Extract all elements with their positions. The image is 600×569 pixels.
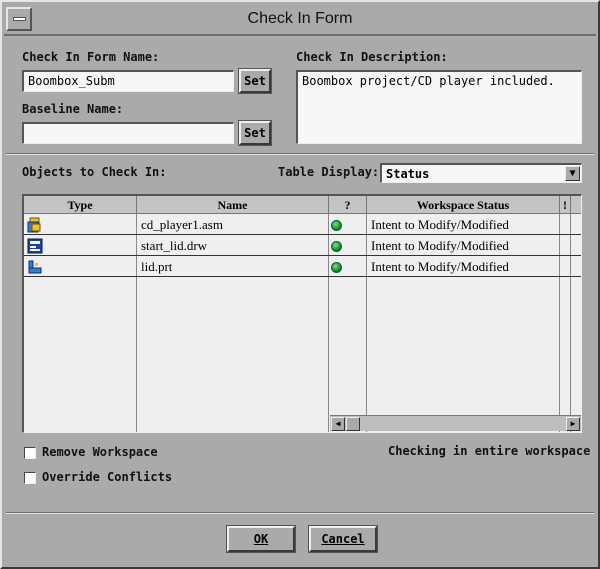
row-workspace-status: Intent to Modify/Modified bbox=[371, 259, 509, 274]
override-conflicts-label: Override Conflicts bbox=[42, 470, 173, 484]
scroll-thumb[interactable] bbox=[346, 417, 360, 431]
remove-workspace-label: Remove Workspace bbox=[42, 445, 158, 459]
ok-button[interactable]: OK bbox=[226, 525, 296, 553]
green-status-icon bbox=[331, 262, 342, 273]
table-display-value: Status bbox=[386, 167, 430, 181]
description-text: Boombox project/CD player included. bbox=[302, 74, 555, 88]
table-display-select[interactable]: Status ▼ bbox=[380, 163, 582, 183]
cancel-button[interactable]: Cancel bbox=[308, 525, 378, 553]
column-header-conflict[interactable]: ? bbox=[329, 196, 367, 214]
row-name: lid.prt bbox=[141, 259, 173, 274]
baseline-name-field[interactable] bbox=[22, 122, 234, 144]
column-header-name[interactable]: Name bbox=[137, 196, 329, 214]
divider bbox=[6, 512, 594, 514]
override-conflicts-checkbox[interactable] bbox=[24, 472, 36, 484]
cancel-label: Cancel bbox=[321, 532, 365, 546]
objects-table: Type Name ? Workspace Status ! cd_player… bbox=[22, 194, 582, 433]
set-form-name-button[interactable]: Set bbox=[238, 68, 272, 94]
form-name-label: Check In Form Name: bbox=[22, 50, 160, 64]
scroll-left-icon[interactable]: ◀ bbox=[331, 417, 345, 431]
row-name: start_lid.drw bbox=[141, 238, 208, 253]
green-status-icon bbox=[331, 220, 342, 231]
title-bar[interactable]: Check In Form bbox=[4, 4, 596, 36]
column-header-type[interactable]: Type bbox=[24, 196, 137, 214]
table-row[interactable]: cd_player1.asm Intent to Modify/Modified bbox=[24, 215, 581, 235]
drawing-icon bbox=[27, 238, 43, 254]
column-header-workspace-status[interactable]: Workspace Status bbox=[367, 196, 560, 214]
form-name-field[interactable]: Boombox_Subm bbox=[22, 70, 234, 92]
description-field[interactable]: Boombox project/CD player included. bbox=[296, 70, 582, 144]
table-row[interactable]: start_lid.drw Intent to Modify/Modified bbox=[24, 236, 581, 256]
check-in-form-window: Check In Form Check In Form Name: Boombo… bbox=[0, 0, 600, 569]
minus-icon bbox=[13, 17, 26, 21]
baseline-name-label: Baseline Name: bbox=[22, 102, 124, 116]
assembly-icon bbox=[27, 217, 41, 233]
table-display-label: Table Display: bbox=[278, 165, 380, 179]
row-workspace-status: Intent to Modify/Modified bbox=[371, 238, 509, 253]
horizontal-scrollbar[interactable]: ◀ ▶ bbox=[330, 415, 581, 431]
scroll-right-icon[interactable]: ▶ bbox=[566, 417, 580, 431]
column-header-warning[interactable]: ! bbox=[560, 196, 571, 214]
part-icon bbox=[28, 260, 42, 274]
dropdown-arrow-icon[interactable]: ▼ bbox=[565, 166, 580, 181]
column-header-spacer bbox=[571, 196, 581, 214]
objects-label: Objects to Check In: bbox=[22, 165, 167, 179]
divider bbox=[6, 153, 594, 155]
window-menu-button[interactable] bbox=[6, 7, 32, 31]
row-name: cd_player1.asm bbox=[141, 217, 223, 232]
set-baseline-button[interactable]: Set bbox=[238, 120, 272, 146]
checkin-scope-status: Checking in entire workspace bbox=[388, 444, 591, 458]
table-header: Type Name ? Workspace Status ! bbox=[24, 196, 581, 214]
green-status-icon bbox=[331, 241, 342, 252]
window-title: Check In Form bbox=[247, 10, 353, 27]
description-label: Check In Description: bbox=[296, 50, 448, 64]
remove-workspace-checkbox[interactable] bbox=[24, 447, 36, 459]
ok-label: OK bbox=[253, 532, 269, 546]
table-row[interactable]: lid.prt Intent to Modify/Modified bbox=[24, 257, 581, 277]
row-workspace-status: Intent to Modify/Modified bbox=[371, 217, 509, 232]
